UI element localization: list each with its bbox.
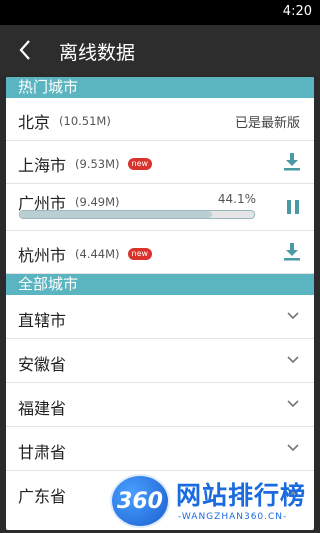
chevron-down-icon — [287, 444, 299, 452]
watermark-title: 网站排行榜 — [176, 481, 307, 510]
city-info: 上海市 (9.53M) new — [18, 152, 153, 176]
download-progress-bar — [19, 210, 255, 219]
province-name: 安徽省 — [18, 355, 67, 374]
city-size: (4.44M) — [75, 247, 120, 261]
city-name: 北京 — [18, 113, 51, 132]
hot-cities-header: 热门城市 — [6, 77, 314, 98]
city-size: (9.49M) — [75, 195, 120, 209]
offline-data-panel: 热门城市 北京 (10.51M) 已是最新版 上海市 (9.53M) new 广… — [6, 77, 314, 530]
province-row-gansu[interactable]: 甘肃省 — [6, 427, 314, 471]
watermark-logo: 360 — [110, 474, 170, 528]
new-badge: new — [127, 248, 153, 260]
city-size: (9.53M) — [75, 157, 120, 171]
province-row-anhui[interactable]: 安徽省 — [6, 339, 314, 383]
back-chevron-icon — [19, 40, 30, 60]
city-info: 杭州市 (4.44M) new — [18, 242, 153, 266]
city-row-shanghai[interactable]: 上海市 (9.53M) new — [6, 141, 314, 184]
download-icon[interactable] — [283, 152, 301, 172]
new-badge: new — [127, 158, 153, 170]
download-icon[interactable] — [283, 242, 301, 262]
city-row-hangzhou[interactable]: 杭州市 (4.44M) new — [6, 231, 314, 274]
city-info: 北京 (10.51M) — [18, 109, 111, 133]
watermark-subtitle: -WANGZHAN360.CN- — [178, 512, 288, 522]
city-row-guangzhou[interactable]: 广州市 (9.49M) 44.1% — [6, 184, 314, 231]
city-row-beijing[interactable]: 北京 (10.51M) 已是最新版 — [6, 98, 314, 141]
all-cities-header: 全部城市 — [6, 274, 314, 295]
chevron-down-icon — [287, 400, 299, 408]
chevron-down-icon — [287, 356, 299, 364]
city-size: (10.51M) — [59, 114, 111, 128]
province-name: 直辖市 — [18, 311, 67, 330]
download-progress-fill — [20, 211, 212, 218]
app-header: 离线数据 — [0, 25, 320, 75]
status-bar: 4:20 — [0, 0, 320, 25]
province-name: 福建省 — [18, 399, 67, 418]
chevron-down-icon — [287, 312, 299, 320]
page-title: 离线数据 — [59, 42, 136, 64]
province-row-municipalities[interactable]: 直辖市 — [6, 295, 314, 339]
site-watermark: 360 网站排行榜 -WANGZHAN360.CN- — [108, 470, 320, 530]
up-to-date-status: 已是最新版 — [234, 116, 300, 131]
city-name: 上海市 — [18, 156, 67, 175]
province-name: 广东省 — [18, 487, 67, 506]
back-button[interactable] — [8, 33, 42, 67]
city-name: 杭州市 — [18, 246, 67, 265]
province-name: 甘肃省 — [18, 443, 67, 462]
status-time: 4:20 — [282, 4, 312, 19]
pause-icon[interactable] — [287, 200, 299, 214]
download-percent: 44.1% — [217, 192, 256, 206]
province-row-fujian[interactable]: 福建省 — [6, 383, 314, 427]
